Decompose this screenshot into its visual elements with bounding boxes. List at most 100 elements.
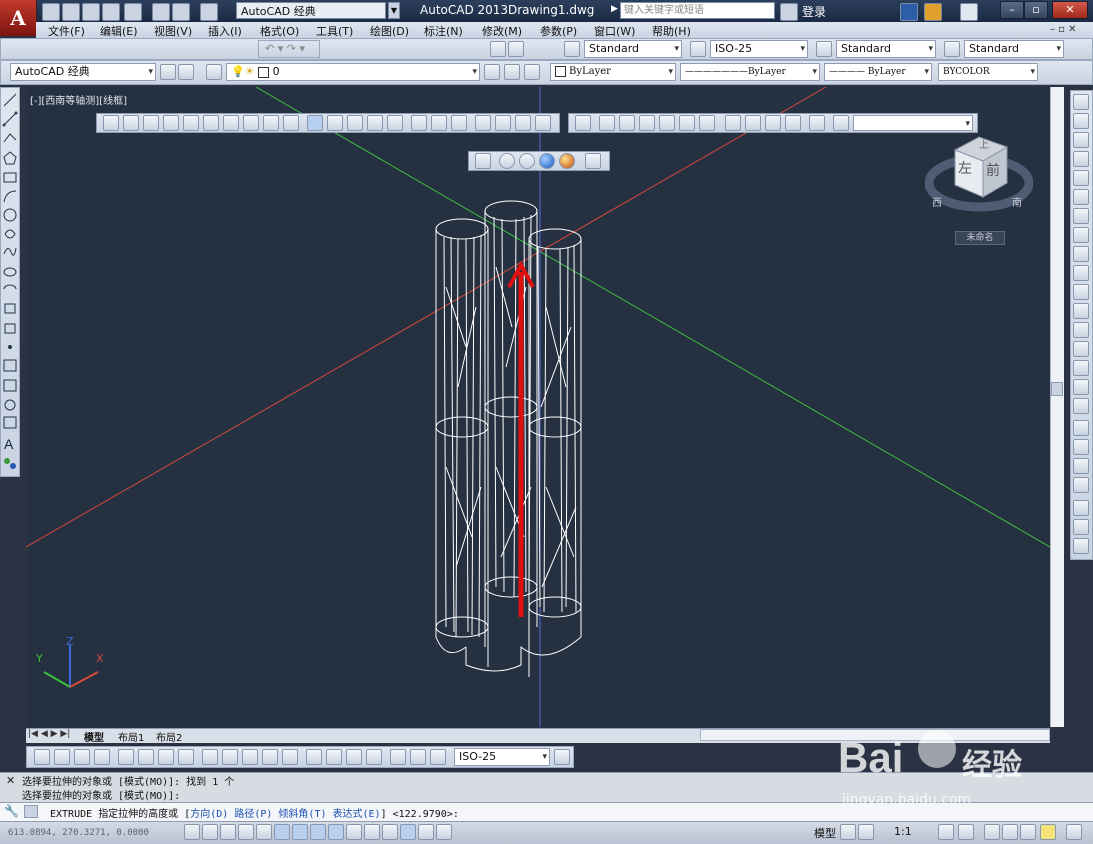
isolate-objects-icon[interactable] xyxy=(1040,824,1056,840)
exchange-icon[interactable] xyxy=(900,3,918,21)
viewport-controls-label[interactable]: [-][西南等轴测][线框] xyxy=(30,92,127,107)
ducs-icon[interactable] xyxy=(328,824,344,840)
dim-style-combo[interactable]: ISO-25 xyxy=(454,748,550,766)
viewport-icon[interactable] xyxy=(490,41,506,57)
viewcube-west[interactable]: 西 xyxy=(932,194,942,209)
restore-button[interactable]: ▫ xyxy=(1024,1,1048,19)
open-icon[interactable] xyxy=(62,3,80,21)
workspace-combo[interactable]: AutoCAD 经典 xyxy=(10,63,156,81)
mirror-icon[interactable] xyxy=(1073,132,1089,148)
menu-dimension[interactable]: 标注(N) xyxy=(424,23,463,39)
tolerance-icon[interactable] xyxy=(306,749,322,765)
move-icon[interactable] xyxy=(1073,189,1089,205)
3d-move-icon[interactable] xyxy=(475,115,491,131)
jogged-linear-icon[interactable] xyxy=(366,749,382,765)
diameter-dim-icon[interactable] xyxy=(158,749,174,765)
ordinate-dim-icon[interactable] xyxy=(94,749,110,765)
close-button[interactable]: ✕ xyxy=(1052,1,1088,19)
intersect-icon[interactable] xyxy=(451,115,467,131)
command-prompt[interactable]: EXTRUDE 指定拉伸的高度或 [方向(D) 路径(P) 倾斜角(T) 表达式… xyxy=(50,805,459,820)
right-view-icon[interactable] xyxy=(659,115,675,131)
tab-nav-arrows[interactable]: |◀ ◀ ▶ ▶| xyxy=(28,729,70,739)
menu-insert[interactable]: 插入(I) xyxy=(208,23,242,39)
new-icon[interactable] xyxy=(42,3,60,21)
draworder-front-icon[interactable] xyxy=(1073,420,1089,436)
wireframe-icon[interactable] xyxy=(499,153,515,169)
menu-edit[interactable]: 编辑(E) xyxy=(100,23,138,39)
chamfer-icon[interactable] xyxy=(1073,341,1089,357)
radius-dim-icon[interactable] xyxy=(118,749,134,765)
vertical-scroll-thumb[interactable] xyxy=(1051,382,1063,396)
back-view-icon[interactable] xyxy=(699,115,715,131)
tab-layout1[interactable]: 布局1 xyxy=(118,729,144,744)
offset-icon[interactable] xyxy=(1073,151,1089,167)
arc-length-icon[interactable] xyxy=(74,749,90,765)
realistic-icon[interactable] xyxy=(539,153,555,169)
search-input[interactable]: 键入关键字或短语 xyxy=(620,2,775,19)
dim-break-icon[interactable] xyxy=(282,749,298,765)
annotation-visibility-icon[interactable] xyxy=(938,824,954,840)
draworder-back-icon[interactable] xyxy=(1073,439,1089,455)
dim-style-manager-icon[interactable] xyxy=(554,749,570,765)
explode-icon[interactable] xyxy=(1073,398,1089,414)
ucs-menu[interactable]: 未命名 xyxy=(955,231,1005,245)
annotation-monitor-icon[interactable] xyxy=(436,824,452,840)
layer-manager-icon[interactable] xyxy=(206,64,222,80)
dim-style-icon[interactable] xyxy=(690,41,706,57)
tab-layout2[interactable]: 布局2 xyxy=(156,729,182,744)
planar-surface-icon[interactable] xyxy=(283,115,299,131)
copy-icon[interactable] xyxy=(1073,113,1089,129)
cone-icon[interactable] xyxy=(163,115,179,131)
color-select[interactable]: ByLayer xyxy=(550,63,676,81)
viewcube-left[interactable]: 左 xyxy=(958,158,972,178)
dynamic-input-icon[interactable] xyxy=(346,824,362,840)
box-icon[interactable] xyxy=(123,115,139,131)
undo-redo-group[interactable]: ↶ ▾ ↷ ▾ xyxy=(258,40,320,58)
print-icon[interactable] xyxy=(152,3,170,21)
lock-ui-icon[interactable] xyxy=(1002,824,1018,840)
jogged-dim-icon[interactable] xyxy=(138,749,154,765)
minimize-button[interactable]: – xyxy=(1000,1,1024,19)
menu-format[interactable]: 格式(O) xyxy=(260,23,299,39)
snap-mode-icon[interactable] xyxy=(202,824,218,840)
subscription-icon[interactable] xyxy=(924,3,942,21)
model-space-button[interactable]: 模型 xyxy=(814,825,836,841)
grid-display-icon[interactable] xyxy=(220,824,236,840)
infer-constraints-icon[interactable] xyxy=(184,824,200,840)
sweep-icon[interactable] xyxy=(347,115,363,131)
otrack-icon[interactable] xyxy=(310,824,326,840)
ne-iso-icon[interactable] xyxy=(765,115,781,131)
dim-edit-icon[interactable] xyxy=(390,749,406,765)
left-view-icon[interactable] xyxy=(639,115,655,131)
menu-parametric[interactable]: 参数(P) xyxy=(540,23,577,39)
undo-icon[interactable] xyxy=(172,3,190,21)
make-current-layer-icon[interactable] xyxy=(484,64,500,80)
layer-select[interactable]: 💡☀ 0 xyxy=(226,63,480,81)
save-icon[interactable] xyxy=(82,3,100,21)
help-icon[interactable] xyxy=(960,3,978,21)
continue-dim-icon[interactable] xyxy=(242,749,258,765)
presspull-icon[interactable] xyxy=(327,115,343,131)
text-style-select[interactable]: Standard xyxy=(584,40,682,58)
layer-state-icon[interactable] xyxy=(524,64,540,80)
front-view-icon[interactable] xyxy=(679,115,695,131)
customize-icon[interactable] xyxy=(178,64,194,80)
revolve-icon[interactable] xyxy=(367,115,383,131)
text-front-icon[interactable] xyxy=(1073,500,1089,516)
baseline-dim-icon[interactable] xyxy=(222,749,238,765)
conceptual-icon[interactable] xyxy=(559,153,575,169)
quick-view-drawings-icon[interactable] xyxy=(858,824,874,840)
extrude-icon[interactable] xyxy=(307,115,323,131)
redo-icon[interactable] xyxy=(200,3,218,21)
autoscale-icon[interactable] xyxy=(958,824,974,840)
hardware-accel-icon[interactable] xyxy=(1020,824,1036,840)
close-icon[interactable]: ✕ xyxy=(6,774,15,787)
visual-styles-manager-icon[interactable] xyxy=(585,153,601,169)
draworder-under-icon[interactable] xyxy=(1073,477,1089,493)
3d-osnap-icon[interactable] xyxy=(292,824,308,840)
dim-update-icon[interactable] xyxy=(430,749,446,765)
viewcube-top[interactable]: 上 xyxy=(979,136,989,151)
option-expression[interactable]: 表达式(E) xyxy=(333,809,381,820)
zoom-icon[interactable] xyxy=(833,115,849,131)
camera-icon[interactable] xyxy=(809,115,825,131)
